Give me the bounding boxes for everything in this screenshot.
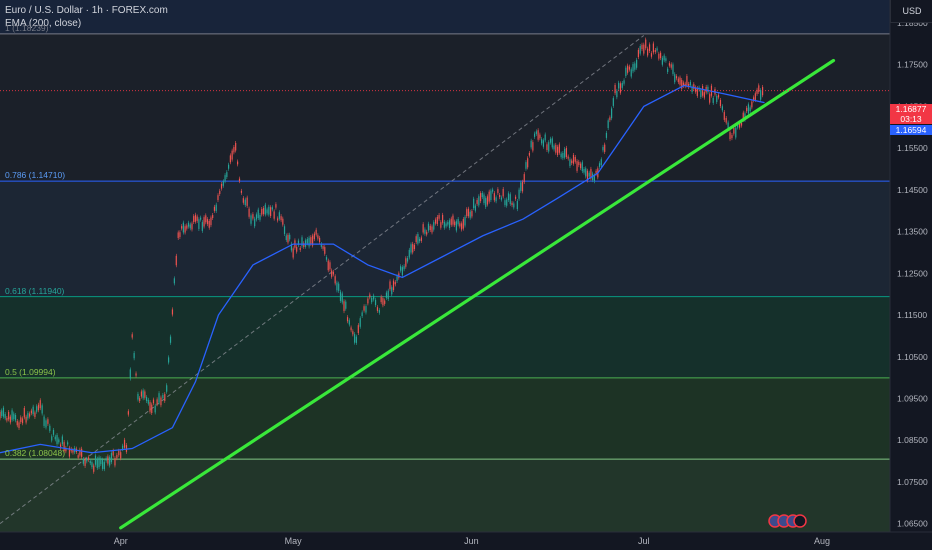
fib-zone bbox=[0, 296, 890, 378]
price-chart[interactable]: 1.185001.175001.165001.155001.145001.135… bbox=[0, 0, 932, 550]
x-tick-label: Apr bbox=[114, 536, 128, 546]
y-tick-label: 1.15500 bbox=[897, 143, 928, 153]
y-tick-label: 1.17500 bbox=[897, 60, 928, 70]
x-tick-label: Aug bbox=[814, 536, 830, 546]
fib-zone bbox=[0, 181, 890, 297]
symbol-title[interactable]: Euro / U.S. Dollar · 1h · FOREX.com bbox=[5, 5, 168, 16]
y-tick-label: 1.10500 bbox=[897, 352, 928, 362]
fib-label: 1 (1.18239) bbox=[5, 22, 49, 33]
y-tick-label: 1.07500 bbox=[897, 477, 928, 487]
countdown-tag: 03:13 bbox=[890, 114, 932, 124]
x-tick-label: Jul bbox=[638, 536, 650, 546]
currency-button[interactable]: USD bbox=[890, 0, 932, 23]
x-tick-label: Jun bbox=[464, 536, 479, 546]
last-price-tag: 1.16877 bbox=[890, 104, 932, 114]
y-tick-label: 1.12500 bbox=[897, 268, 928, 278]
event-flags-icon[interactable] bbox=[768, 514, 808, 528]
fib-label: 0.5 (1.09994) bbox=[5, 366, 56, 377]
fib-zone bbox=[0, 377, 890, 460]
y-tick-label: 1.08500 bbox=[897, 435, 928, 445]
fib-zone bbox=[0, 33, 890, 182]
x-tick-label: May bbox=[285, 536, 303, 546]
fib-label: 0.786 (1.14710) bbox=[5, 170, 66, 181]
y-tick-label: 1.09500 bbox=[897, 393, 928, 403]
y-tick-label: 1.13500 bbox=[897, 227, 928, 237]
ema-price-tag: 1.16594 bbox=[890, 125, 932, 135]
chart-window: 1.185001.175001.165001.155001.145001.135… bbox=[0, 0, 932, 550]
y-tick-label: 1.06500 bbox=[897, 519, 928, 529]
y-tick-label: 1.11500 bbox=[897, 310, 927, 320]
y-tick-label: 1.14500 bbox=[897, 185, 928, 195]
fib-label: 0.382 (1.08048) bbox=[5, 448, 66, 459]
fib-label: 0.618 (1.11940) bbox=[5, 285, 65, 296]
